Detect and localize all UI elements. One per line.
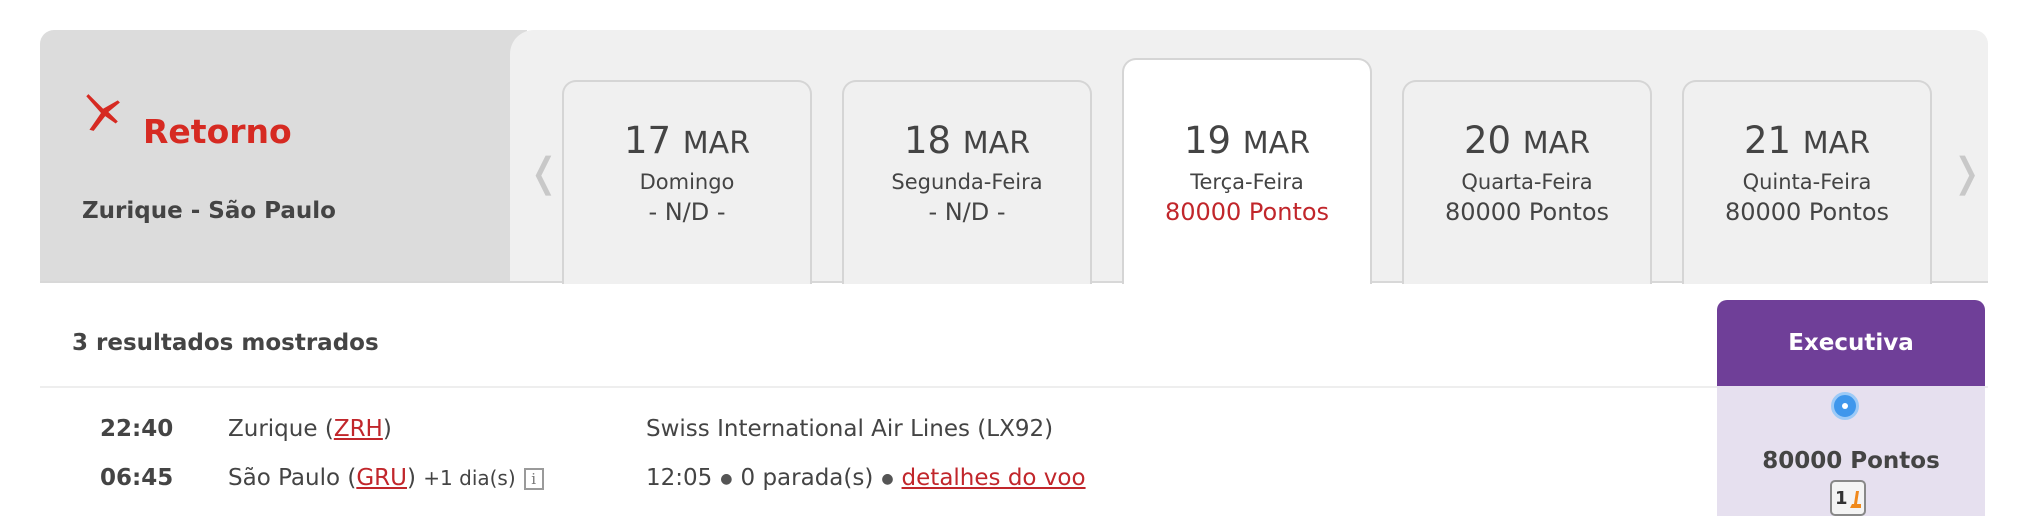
fare-radio-button[interactable] [1831,392,1859,420]
date-day: 20 MAR [1463,119,1591,162]
seat-availability-icon: 1 [1830,480,1866,516]
date-tab-18-mar[interactable]: 18 MAR Segunda-Feira - N/D - [842,80,1092,284]
seat-icon [1850,491,1861,508]
cabin-header-executiva: Executiva [1717,300,1985,386]
dest-city: São Paulo [228,465,341,491]
date-day: 17 MAR [623,119,751,162]
date-day: 19 MAR [1183,119,1311,162]
date-weekday: Terça-Feira [1190,170,1304,194]
date-points: 80000 Pontos [1724,198,1890,226]
date-weekday: Quarta-Feira [1461,170,1593,194]
header-route-panel [40,30,527,282]
origin-city: Zurique [228,416,318,442]
separator-dot: ● [720,470,733,487]
date-weekday: Domingo [639,170,735,194]
date-tab-21-mar[interactable]: 21 MAR Quinta-Feira 80000 Pontos [1682,80,1932,284]
next-dates-arrow-icon[interactable]: ❭ [1950,150,1984,196]
route-label: Zurique - São Paulo [82,198,336,224]
flight-duration: 12:05 [646,465,713,491]
arrive-time: 06:45 [100,465,174,491]
depart-time: 22:40 [100,416,174,442]
dest-code-link[interactable]: GRU [356,465,407,491]
prev-dates-arrow-icon[interactable]: ❬ [527,150,561,196]
date-day: 18 MAR [903,119,1031,162]
date-tab-20-mar[interactable]: 20 MAR Quarta-Feira 80000 Pontos [1402,80,1652,284]
date-weekday: Segunda-Feira [891,170,1043,194]
date-points: - N/D - [648,198,726,226]
results-count: 3 resultados mostrados [72,330,379,356]
date-day: 21 MAR [1743,119,1871,162]
stops-count: 0 parada(s) [740,465,874,491]
date-points: 80000 Pontos [1164,198,1330,226]
fare-price: 80000 Pontos [1762,448,1940,474]
destination-airport: São Paulo (GRU) +1 dia(s) i [228,465,544,491]
plane-icon [86,94,120,131]
flight-summary: 12:05 ● 0 parada(s) ● detalhes do voo [646,465,1086,491]
date-tab-17-mar[interactable]: 17 MAR Domingo - N/D - [562,80,812,284]
results-divider [40,386,1988,388]
date-points: - N/D - [928,198,1006,226]
flight-details-link[interactable]: detalhes do voo [902,465,1086,491]
origin-code-link[interactable]: ZRH [334,416,383,442]
origin-airport: Zurique (ZRH) [228,416,392,442]
airline-name: Swiss International Air Lines (LX92) [646,416,1054,442]
date-points: 80000 Pontos [1444,198,1610,226]
date-weekday: Quinta-Feira [1742,170,1872,194]
next-day-label: +1 dia(s) [423,466,516,490]
separator-dot: ● [881,470,894,487]
info-icon[interactable]: i [523,467,544,490]
page-title: Retorno [143,112,292,151]
date-tab-19-mar[interactable]: 19 MAR Terça-Feira 80000 Pontos [1122,58,1372,284]
